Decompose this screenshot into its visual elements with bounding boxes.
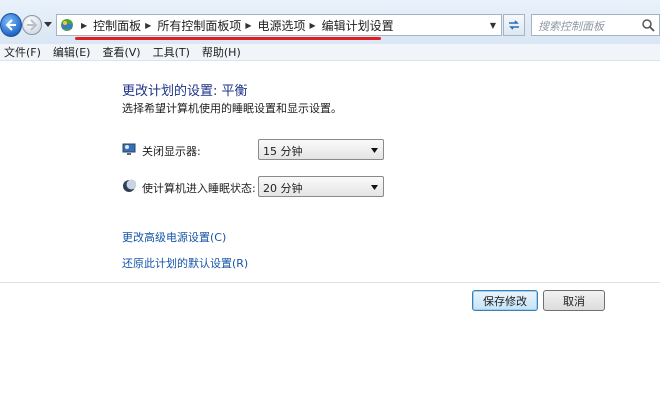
menu-bar: 文件(F) 编辑(E) 查看(V) 工具(T) 帮助(H) (0, 44, 660, 61)
menu-edit[interactable]: 编辑(E) (47, 44, 97, 60)
chevron-down-icon (371, 185, 378, 190)
search-icon[interactable] (641, 18, 655, 32)
display-off-label: 关闭显示器: (142, 145, 201, 158)
advanced-power-settings-link[interactable]: 更改高级电源设置(C) (122, 229, 226, 245)
refresh-icon (509, 20, 519, 30)
breadcrumb-separator-icon[interactable]: ▶ (81, 21, 87, 30)
recent-pages-dropdown-icon[interactable] (44, 22, 52, 28)
setting-row-sleep: 使计算机进入睡眠状态: 20 分钟 (122, 176, 384, 198)
page-title: 更改计划的设置: 平衡 (122, 84, 248, 99)
divider (0, 282, 660, 283)
menu-tools[interactable]: 工具(T) (147, 44, 196, 60)
arrow-left-icon (5, 19, 16, 31)
menu-view[interactable]: 查看(V) (96, 44, 146, 60)
display-off-select[interactable]: 15 分钟 (258, 139, 384, 160)
breadcrumb-item-edit-plan[interactable]: 编辑计划设置 (322, 17, 394, 34)
restore-defaults-link[interactable]: 还原此计划的默认设置(R) (122, 255, 248, 271)
save-changes-button[interactable]: 保存修改 (472, 290, 538, 311)
breadcrumb-separator-icon[interactable]: ▶ (245, 21, 251, 30)
page-subtitle: 选择希望计算机使用的睡眠设置和显示设置。 (122, 102, 342, 115)
display-off-value: 15 分钟 (263, 145, 303, 158)
sleep-select[interactable]: 20 分钟 (258, 176, 384, 197)
breadcrumb-item-all-items[interactable]: 所有控制面板项 (157, 17, 241, 34)
cancel-button[interactable]: 取消 (543, 290, 605, 311)
arrow-right-icon (27, 19, 38, 31)
search-box[interactable]: 搜索控制面板 (531, 14, 660, 36)
address-bar[interactable]: ▶ 控制面板 ▶ 所有控制面板项 ▶ 电源选项 ▶ 编辑计划设置 ▼ (56, 14, 502, 36)
sleep-label: 使计算机进入睡眠状态: (142, 182, 256, 195)
moon-icon (123, 179, 136, 192)
navigation-bar: ▶ 控制面板 ▶ 所有控制面板项 ▶ 电源选项 ▶ 编辑计划设置 ▼ 搜索控制面… (0, 0, 660, 44)
refresh-button[interactable] (503, 14, 525, 36)
search-placeholder[interactable]: 搜索控制面板 (538, 18, 604, 34)
chevron-down-icon (371, 148, 378, 153)
breadcrumb-item-power-options[interactable]: 电源选项 (258, 17, 306, 34)
monitor-icon (122, 143, 136, 155)
menu-file[interactable]: 文件(F) (0, 44, 47, 60)
annotation-underline (75, 37, 381, 40)
setting-row-display-off: 关闭显示器: 15 分钟 (122, 139, 384, 161)
sleep-value: 20 分钟 (263, 182, 303, 195)
back-button[interactable] (0, 13, 22, 37)
breadcrumb-item-control-panel[interactable]: 控制面板 (93, 17, 141, 34)
control-panel-icon (61, 19, 73, 31)
forward-button[interactable] (22, 15, 42, 35)
address-history-dropdown-icon[interactable]: ▼ (485, 15, 501, 35)
breadcrumb: ▶ 控制面板 ▶ 所有控制面板项 ▶ 电源选项 ▶ 编辑计划设置 (77, 15, 394, 35)
menu-help[interactable]: 帮助(H) (196, 44, 247, 60)
breadcrumb-separator-icon[interactable]: ▶ (145, 21, 151, 30)
breadcrumb-separator-icon[interactable]: ▶ (310, 21, 316, 30)
